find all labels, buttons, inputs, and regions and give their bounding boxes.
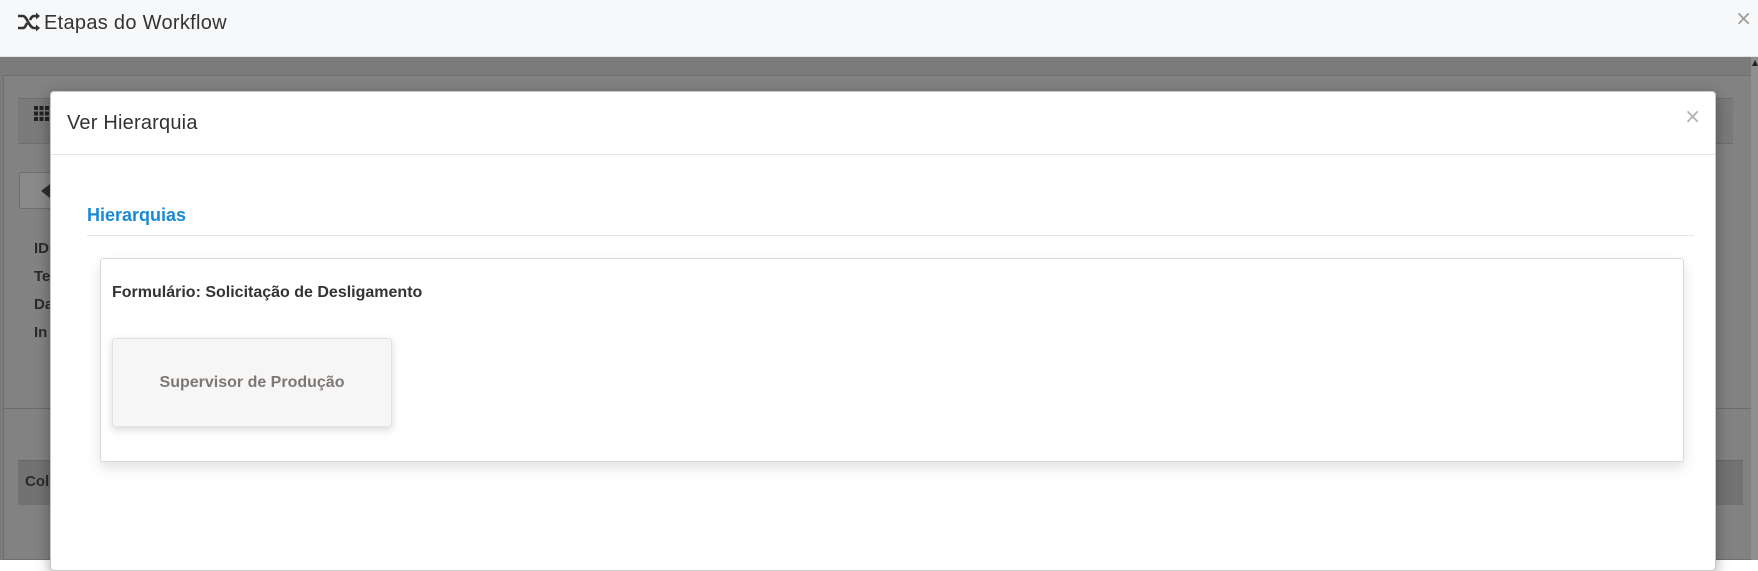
- section-title: Hierarquias: [87, 205, 187, 225]
- hierarchy-node-label: Supervisor de Produção: [159, 373, 345, 391]
- modal-title: Ver Hierarquia: [67, 112, 198, 134]
- background-label-te: Te: [34, 268, 51, 285]
- workflow-close-button[interactable]: ×: [1735, 8, 1752, 28]
- shuffle-icon: [18, 12, 40, 32]
- scroll-up-icon[interactable]: [1752, 60, 1758, 66]
- background-label-id: ID: [34, 240, 49, 257]
- background-label-in: In: [34, 324, 48, 341]
- modal-close-button[interactable]: ×: [1684, 106, 1701, 126]
- background-label-col: Col: [25, 473, 50, 490]
- workflow-header: Etapas do Workflow ×: [0, 0, 1758, 57]
- arrow-left-icon: [41, 184, 50, 198]
- page-scrollbar[interactable]: [1751, 57, 1758, 560]
- hierarchy-node[interactable]: Supervisor de Produção: [112, 338, 392, 427]
- hierarchy-modal: Ver Hierarquia × Hierarquias Formulário:…: [50, 91, 1716, 571]
- modal-header: Ver Hierarquia ×: [51, 92, 1715, 155]
- workflow-title: Etapas do Workflow: [44, 12, 227, 34]
- form-hierarchy-card: Formulário: Solicitação de Desligamento …: [100, 258, 1684, 462]
- section-divider: [87, 235, 1694, 236]
- form-title: Formulário: Solicitação de Desligamento: [112, 284, 423, 301]
- grid-icon: [34, 106, 49, 121]
